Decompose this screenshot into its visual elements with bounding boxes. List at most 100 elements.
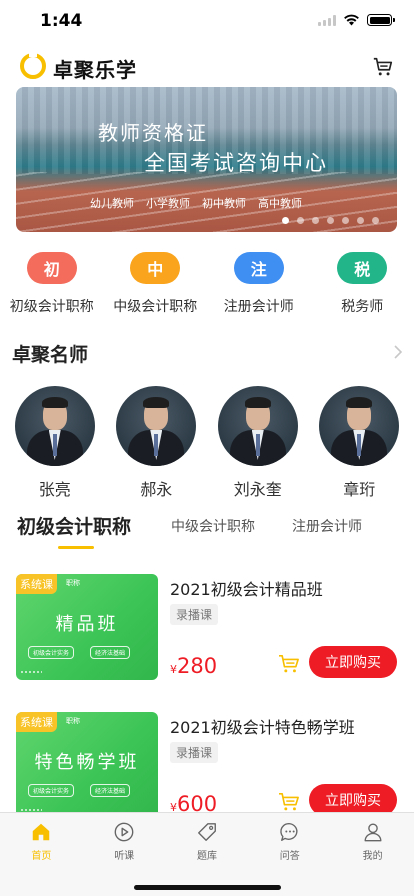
home-indicator	[134, 885, 281, 890]
category-badge: 中	[130, 252, 181, 284]
teacher-card[interactable]: 张亮	[5, 386, 105, 500]
tag-icon	[198, 823, 216, 841]
course-level-label: 职称	[66, 717, 80, 725]
course-title[interactable]: 2021初级会计特色畅学班	[170, 714, 355, 738]
bottom-tab-bar: 首页 听课 题库 问答 我的	[0, 812, 414, 896]
teacher-name: 刘永奎	[233, 480, 282, 499]
cart-icon[interactable]	[372, 56, 394, 78]
chevron-right-icon[interactable]	[392, 344, 404, 360]
play-icon	[114, 822, 134, 842]
teacher-name: 郝永	[140, 480, 173, 499]
category-label: 注册会计师	[223, 299, 294, 315]
banner-dot[interactable]	[297, 217, 304, 224]
banner-dot[interactable]	[372, 217, 379, 224]
tab-question-bank[interactable]: 题库	[166, 813, 249, 863]
banner-dot[interactable]	[327, 217, 334, 224]
course-thumb-name: 精品班	[55, 614, 119, 635]
category-badge: 注	[233, 252, 284, 284]
price-currency: ¥	[170, 663, 177, 676]
tab-junior-accounting[interactable]: 初级会计职称	[17, 512, 131, 539]
subject-chip: 初级会计实务	[28, 784, 75, 797]
price-value: 280	[177, 654, 218, 678]
course-type-tag: 系统课	[16, 574, 57, 594]
category-badge: 税	[337, 252, 388, 284]
course-level-label: 职称	[66, 579, 80, 587]
tab-profile[interactable]: 我的	[331, 813, 414, 863]
thumb-decoration	[20, 670, 42, 674]
status-time: 1:44	[40, 11, 83, 31]
tab-cpa[interactable]: 注册会计师	[292, 516, 362, 536]
buy-now-button[interactable]: 立即购买	[309, 646, 397, 678]
category-row: 初 初级会计职称 中 中级会计职称 注 注册会计师 税 税务师	[0, 252, 414, 316]
banner-dot[interactable]	[282, 217, 289, 224]
category-cpa[interactable]: 注 注册会计师	[207, 252, 311, 316]
status-icons	[318, 14, 395, 26]
category-label: 税务师	[341, 299, 384, 315]
wifi-icon	[344, 14, 359, 26]
user-icon	[364, 823, 382, 842]
category-tax-agent[interactable]: 税 税务师	[311, 252, 414, 316]
tab-intermediate-accounting[interactable]: 中级会计职称	[171, 516, 255, 536]
signal-icon	[318, 14, 336, 26]
add-to-cart-icon[interactable]	[278, 654, 300, 674]
banner-tag: 高中教师	[258, 197, 302, 210]
course-thumb-name: 特色畅学班	[34, 752, 140, 773]
banner-pagination[interactable]	[282, 217, 379, 224]
tab-label: 题库	[196, 851, 217, 862]
teacher-name: 张亮	[38, 480, 71, 499]
category-label: 初级会计职称	[9, 299, 94, 315]
avatar	[14, 386, 95, 466]
banner-dot[interactable]	[312, 217, 319, 224]
teacher-card[interactable]: 章珩	[309, 386, 409, 500]
tab-label: 问答	[279, 851, 300, 862]
avatar	[319, 386, 400, 466]
banner-tag: 幼儿教师	[90, 197, 134, 210]
avatar	[116, 386, 197, 466]
category-label: 中级会计职称	[113, 299, 198, 315]
course-price: ¥280	[170, 654, 217, 678]
course-subjects: 初级会计实务 经济法基础	[28, 646, 131, 659]
promo-banner[interactable]: 教师资格证 全国考试咨询中心 幼儿教师 小学教师 初中教师 高中教师	[16, 87, 397, 232]
app-logo-icon	[20, 51, 46, 79]
course-card[interactable]: 系统课 职称 精品班 初级会计实务 经济法基础 2021初级会计精品班 录播课 …	[0, 574, 414, 684]
course-card[interactable]: 系统课 职称 特色畅学班 初级会计实务 经济法基础 2021初级会计特色畅学班 …	[0, 712, 414, 822]
banner-tags: 幼儿教师 小学教师 初中教师 高中教师	[90, 195, 302, 211]
tab-active-indicator	[58, 546, 94, 549]
course-kind-badge: 录播课	[170, 604, 219, 625]
banner-dot[interactable]	[357, 217, 364, 224]
teacher-card[interactable]: 刘永奎	[208, 386, 308, 500]
course-tabs: 初级会计职称 中级会计职称 注册会计师	[0, 508, 414, 552]
teacher-card[interactable]: 郝永	[106, 386, 206, 500]
banner-tag: 小学教师	[146, 197, 190, 210]
category-junior-accounting[interactable]: 初 初级会计职称	[0, 252, 104, 316]
course-subjects: 初级会计实务 经济法基础	[28, 784, 131, 797]
category-badge: 初	[26, 252, 77, 284]
course-thumbnail[interactable]: 系统课 职称 精品班 初级会计实务 经济法基础	[16, 574, 158, 680]
category-intermediate-accounting[interactable]: 中 中级会计职称	[104, 252, 208, 316]
teacher-name: 章珩	[343, 480, 376, 499]
tab-lectures[interactable]: 听课	[83, 813, 166, 863]
teacher-list: 张亮 郝永 刘永奎 章珩	[0, 386, 414, 500]
app-header: 卓聚乐学	[0, 48, 414, 86]
add-to-cart-icon[interactable]	[278, 792, 300, 812]
status-bar: 1:44	[0, 0, 414, 44]
tab-home[interactable]: 首页	[0, 813, 83, 863]
course-thumbnail[interactable]: 系统课 职称 特色畅学班 初级会计实务 经济法基础	[16, 712, 158, 818]
battery-icon	[367, 14, 395, 26]
subject-chip: 初级会计实务	[28, 646, 75, 659]
app-name: 卓聚乐学	[53, 58, 137, 82]
course-type-tag: 系统课	[16, 712, 57, 732]
chat-icon	[280, 822, 298, 841]
tab-label: 首页	[31, 851, 52, 862]
section-title-teachers: 卓聚名师	[12, 344, 89, 366]
banner-dot[interactable]	[342, 217, 349, 224]
course-title[interactable]: 2021初级会计精品班	[170, 576, 323, 600]
tab-label: 我的	[362, 851, 383, 862]
banner-tag: 初中教师	[202, 197, 246, 210]
subject-chip: 经济法基础	[90, 646, 131, 659]
avatar	[217, 386, 298, 466]
tab-label: 听课	[114, 851, 135, 862]
home-icon	[33, 823, 50, 841]
banner-subtitle: 全国考试咨询中心	[144, 151, 328, 175]
tab-qa[interactable]: 问答	[248, 813, 331, 863]
